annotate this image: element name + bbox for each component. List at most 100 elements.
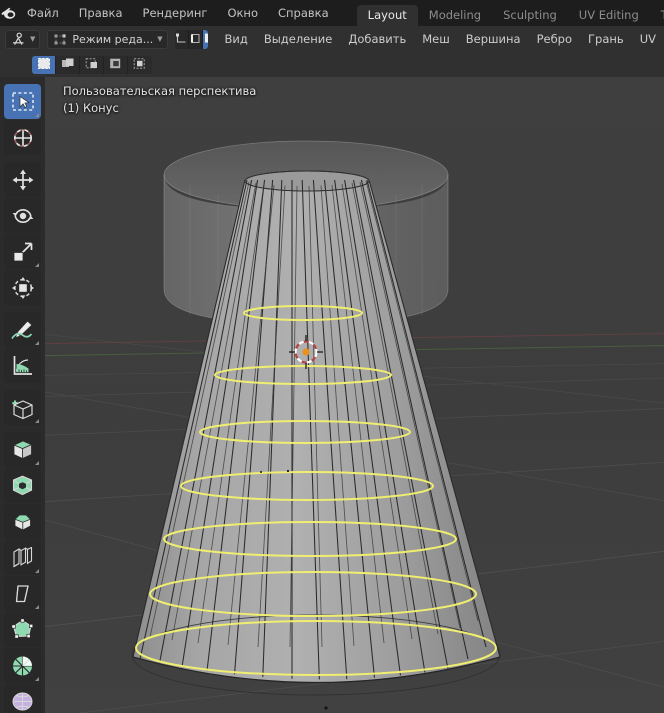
workspace-tab-uv-editing[interactable]: UV Editing [568, 5, 650, 26]
face-select-mode[interactable] [202, 29, 208, 49]
tool-extrude-region[interactable] [4, 432, 41, 467]
toolbar-group-1 [0, 162, 45, 305]
transform-icon [11, 276, 35, 300]
tool-invert-selection[interactable] [104, 55, 128, 74]
tool-intersect-selection[interactable] [128, 55, 152, 74]
tool-cursor[interactable] [4, 120, 41, 155]
face-select-icon [203, 30, 208, 49]
mesh-select-mode-group [174, 29, 208, 49]
viewport-menus: Вид Выделение Добавить Меш Вершина Ребро Грань… [217, 26, 664, 52]
tool-submenu-indicator-icon [35, 341, 39, 345]
tool-measure[interactable] [4, 348, 41, 383]
menu-mesh[interactable]: Меш [414, 26, 458, 52]
tool-scale[interactable] [4, 234, 41, 269]
toolbar-group-0 [0, 84, 45, 155]
workspace-tab-sculpting[interactable]: Sculpting [492, 5, 568, 26]
menu-help[interactable]: Справка [268, 0, 339, 26]
3d-viewport[interactable]: Пользовательская перспектива (1) Конус [0, 77, 664, 713]
tool-poly-build[interactable] [4, 612, 41, 647]
tool-annotate[interactable] [4, 312, 41, 347]
move-arrows-icon [11, 168, 35, 192]
tool-bevel[interactable] [4, 504, 41, 539]
bevel-icon [10, 511, 35, 533]
tool-submenu-indicator-icon [35, 605, 39, 609]
workspace-tabs: LayoutModelingSculptingUV EditingTexture… [356, 0, 664, 26]
rotate-icon [11, 204, 35, 228]
tool-rotate[interactable] [4, 198, 41, 233]
blender-window: Файл Правка Рендеринг Окно Справка Layout Mod… [0, 0, 664, 713]
workspace-tab-layout[interactable]: Layout [356, 5, 418, 26]
menu-face[interactable]: Грань [580, 26, 632, 52]
menu-view[interactable]: Вид [217, 26, 256, 52]
tool-set-new-selection[interactable] [32, 55, 56, 74]
annotate-pencil-icon [10, 319, 35, 341]
interaction-mode-dropdown[interactable]: Режим реда... ▼ [47, 29, 168, 49]
tool-move[interactable] [4, 162, 41, 197]
tool-submenu-indicator-icon [35, 113, 39, 117]
menu-edit[interactable]: Правка [69, 0, 133, 26]
tool-loop-cut[interactable] [4, 540, 41, 575]
viewport-header: ▼ Режим реда... ▼ Вид Выделение Добавить Ме… [0, 26, 664, 52]
3d-cursor-icon [11, 126, 35, 150]
menu-add[interactable]: Добавить [340, 26, 414, 52]
tool-extend-selection[interactable] [56, 55, 80, 74]
select-new-icon [37, 56, 51, 74]
workspace-tab-texture-paint[interactable]: Texture Paint [650, 5, 664, 26]
chevron-down-icon: ▼ [157, 35, 163, 43]
blender-logo-icon[interactable] [0, 0, 17, 26]
smooth-icon [10, 690, 35, 713]
viewport-scene [0, 77, 664, 713]
menu-edge[interactable]: Ребро [529, 26, 580, 52]
tool-subtract-selection[interactable] [80, 55, 104, 74]
menu-file[interactable]: Файл [17, 0, 69, 26]
select-invert-icon [109, 56, 123, 74]
toolbar-group-2 [0, 312, 45, 383]
tool-submenu-indicator-icon [35, 419, 39, 423]
inset-faces-icon [10, 474, 35, 497]
workspace-tab-modeling[interactable]: Modeling [418, 5, 492, 26]
selection-mode-buttons [32, 55, 152, 74]
add-cube-icon [10, 396, 36, 420]
vertex-select-icon [175, 30, 188, 49]
tool-settings-bar [0, 52, 664, 77]
edit-mode-icon [52, 32, 68, 47]
select-subtract-icon [85, 56, 99, 74]
menu-uv[interactable]: UV [632, 26, 664, 52]
edge-select-icon [189, 30, 202, 49]
tool-spin[interactable] [4, 648, 41, 683]
editor-type-button[interactable]: ▼ [5, 29, 41, 49]
edge-select-mode[interactable] [188, 29, 203, 49]
tool-tweak-select-box[interactable] [4, 84, 41, 119]
tool-smooth[interactable] [4, 684, 41, 713]
tool-submenu-indicator-icon [35, 569, 39, 573]
measure-ruler-icon [11, 354, 35, 377]
chevron-down-icon: ▼ [30, 35, 36, 43]
toolbar-group-3 [0, 390, 45, 425]
tool-knife[interactable] [4, 576, 41, 611]
loop-cut-icon [10, 546, 35, 569]
tool-inset-faces[interactable] [4, 468, 41, 503]
tool-submenu-indicator-icon [35, 263, 39, 267]
top-menu-items: Файл Правка Рендеринг Окно Справка [17, 0, 339, 26]
select-extend-icon [61, 56, 75, 74]
scale-icon [11, 240, 35, 264]
poly-build-icon [10, 618, 35, 641]
vertex-select-mode[interactable] [174, 29, 189, 49]
left-toolbar [0, 77, 45, 713]
menu-select[interactable]: Выделение [256, 26, 341, 52]
menu-render[interactable]: Рендеринг [133, 0, 218, 26]
tool-add-cube[interactable] [4, 390, 41, 425]
tool-submenu-indicator-icon [35, 461, 39, 465]
editor-type-3dviewport-icon [10, 32, 26, 47]
top-menu-bar: Файл Правка Рендеринг Окно Справка Layout Mod… [0, 0, 664, 26]
extrude-region-icon [10, 438, 35, 461]
mode-label: Режим реда... [72, 32, 154, 46]
menu-vertex[interactable]: Вершина [458, 26, 529, 52]
spin-icon [10, 654, 35, 678]
tool-submenu-indicator-icon [35, 677, 39, 681]
cursor-select-box-icon [11, 91, 35, 113]
select-intersect-icon [133, 56, 147, 74]
tool-transform[interactable] [4, 270, 41, 305]
menu-window[interactable]: Окно [217, 0, 268, 26]
knife-icon [11, 583, 35, 605]
